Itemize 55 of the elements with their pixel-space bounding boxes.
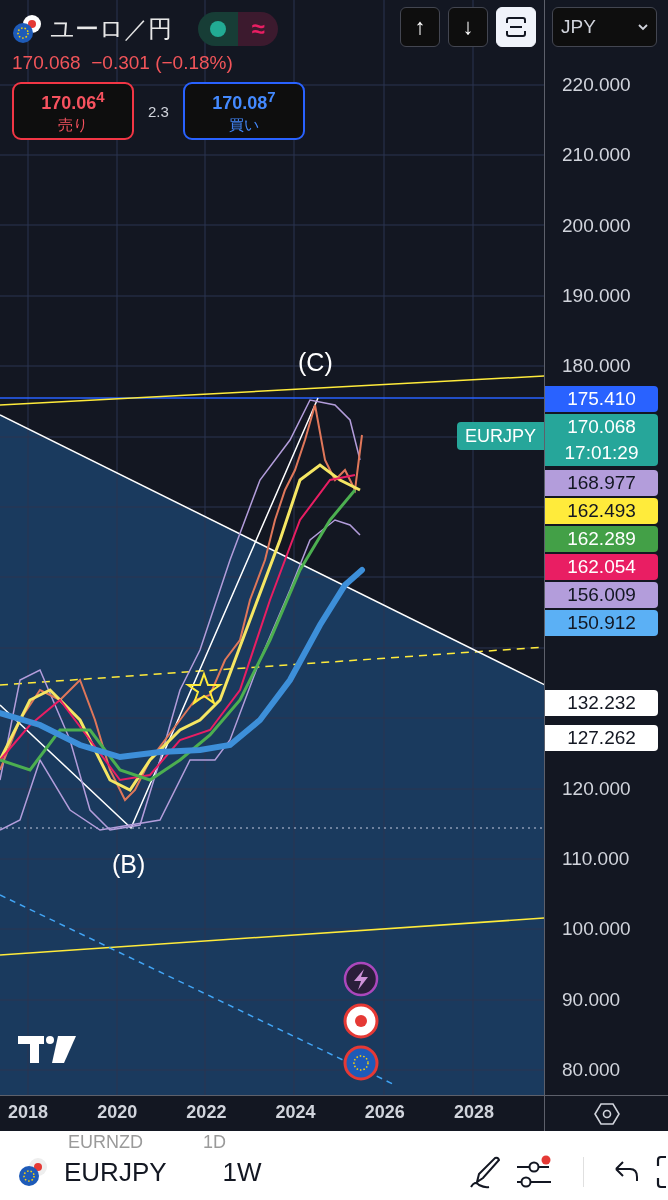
fullscreen-button[interactable] bbox=[496, 7, 536, 47]
price-change-text: 170.068 −0.301 (−0.18%) bbox=[12, 52, 234, 74]
price-axis-label: 90.000 bbox=[562, 987, 621, 1012]
frame-icon bbox=[505, 16, 527, 38]
spread-value: 2.3 bbox=[148, 102, 169, 120]
buy-button[interactable]: 170.08$^{7}$ 買い bbox=[182, 82, 305, 140]
currency-flags-icon bbox=[12, 14, 42, 44]
wave-label: (B) bbox=[112, 850, 146, 879]
price-axis-label: 120.000 bbox=[562, 776, 631, 801]
price-tag: 168.977 bbox=[545, 469, 658, 496]
time-axis-label: 2028 bbox=[452, 1102, 495, 1123]
interval-selector[interactable]: 1W bbox=[222, 1156, 262, 1188]
chart-logo-icon bbox=[18, 1036, 76, 1063]
market-open-icon bbox=[210, 21, 226, 37]
arrow-button[interactable]: ↓ bbox=[448, 7, 488, 47]
time-axis-label: 2018 bbox=[6, 1102, 49, 1123]
eu-flag-icon bbox=[343, 1045, 379, 1081]
time-axis-label: 2026 bbox=[363, 1102, 406, 1123]
arrow-button[interactable]: ↑ bbox=[400, 7, 440, 47]
price-axis-label: 80.000 bbox=[562, 1058, 621, 1083]
price-tag: 127.262 bbox=[545, 724, 658, 751]
price-tag: 156.009 bbox=[545, 581, 658, 608]
price-axis-label: 110.000 bbox=[562, 846, 630, 871]
price-axis-label: 200.000 bbox=[562, 213, 631, 238]
price-axis-label: 210.000 bbox=[562, 143, 631, 168]
bracket-icon[interactable] bbox=[654, 1154, 668, 1190]
pen-icon[interactable] bbox=[467, 1154, 503, 1190]
time-axis-label: 2022 bbox=[185, 1102, 228, 1123]
sell-button[interactable]: 170.06$^{4}$ 売り bbox=[12, 82, 134, 140]
symbol-title: ユーロ／円 bbox=[50, 14, 172, 45]
settings-icon[interactable] bbox=[593, 1101, 620, 1126]
lightning-event-icon bbox=[343, 961, 379, 997]
event-marker-icon bbox=[343, 1003, 379, 1039]
ghost-symbol-text: EURNZD bbox=[68, 1132, 143, 1152]
price-tag: 150.912 bbox=[545, 609, 658, 636]
price-tag: 170.068 17:01:29 bbox=[545, 413, 658, 466]
symbol-selector[interactable]: EURJPY bbox=[64, 1156, 167, 1188]
time-axis-label: 2020 bbox=[96, 1102, 139, 1123]
time-axis-label: 2024 bbox=[274, 1102, 317, 1123]
chevron-down-icon bbox=[638, 23, 648, 31]
symbol-tag: EURJPY bbox=[457, 422, 544, 450]
price-axis-label: 180.000 bbox=[562, 354, 631, 379]
currency-dropdown[interactable]: JPY bbox=[552, 7, 657, 47]
wave-label: (C) bbox=[298, 348, 333, 377]
price-axis-label: 220.000 bbox=[562, 73, 631, 97]
ghost-interval-text: 1D bbox=[203, 1132, 226, 1152]
currency-flags-icon bbox=[18, 1157, 48, 1187]
price-tag: 162.493 bbox=[545, 497, 658, 524]
star-icon bbox=[184, 671, 224, 706]
price-axis-label: 190.000 bbox=[562, 284, 631, 309]
price-tag: 162.054 bbox=[545, 553, 658, 580]
price-tag: 132.232 bbox=[545, 689, 658, 716]
price-tag: 175.410 bbox=[545, 385, 658, 412]
price-axis-label: 100.000 bbox=[562, 917, 631, 942]
price-tag: 162.289 bbox=[545, 525, 658, 552]
